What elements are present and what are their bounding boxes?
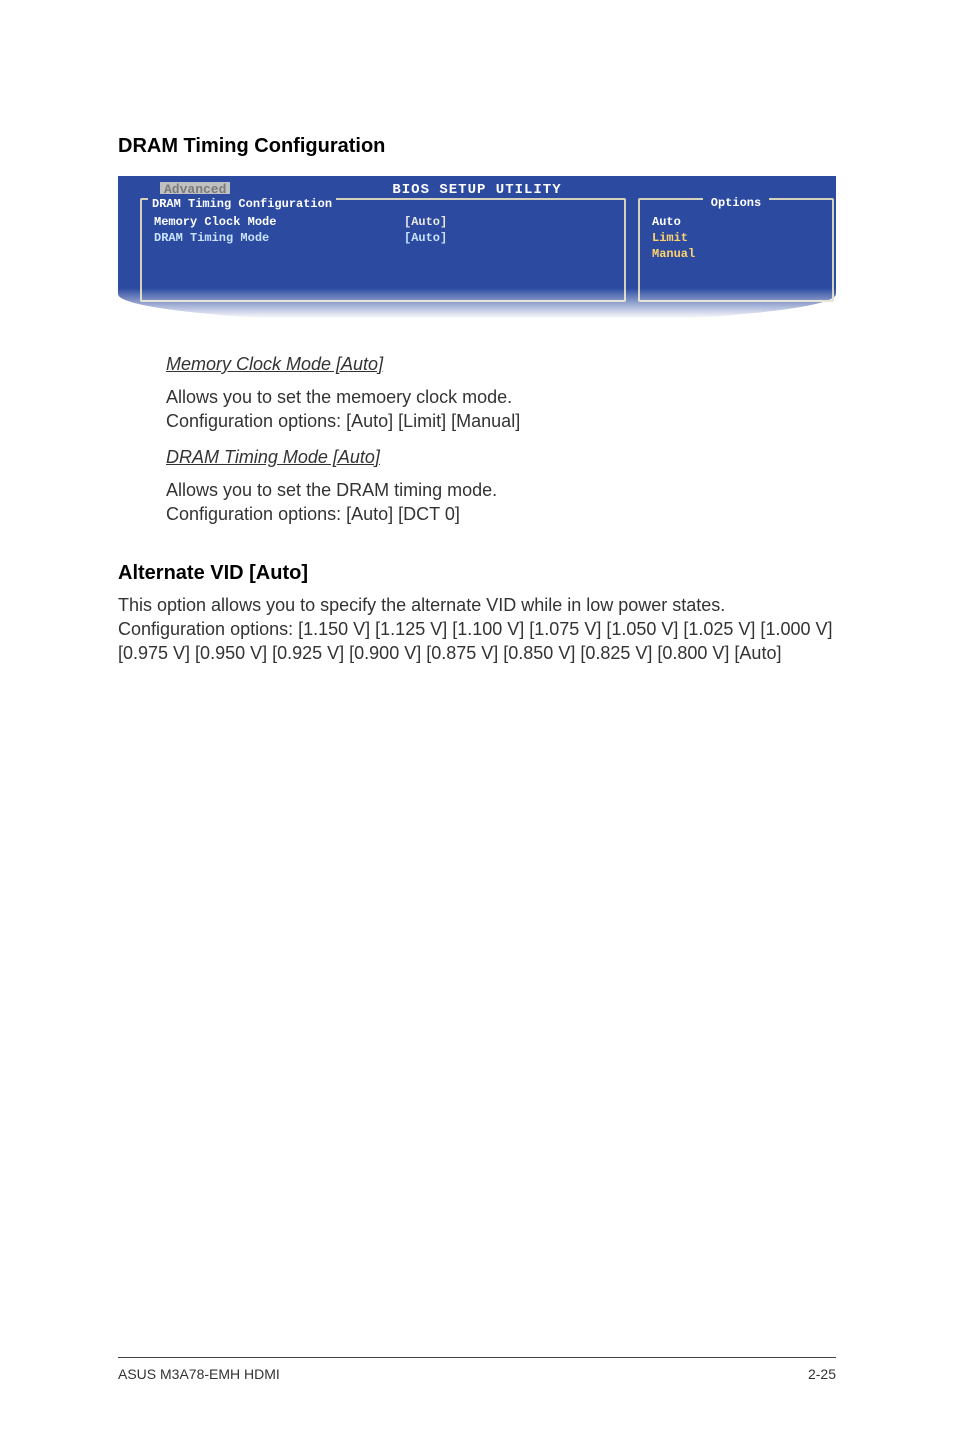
bios-option: Auto (652, 214, 820, 230)
bios-screenshot: BIOS SETUP UTILITY Advanced DRAM Timing … (118, 176, 836, 324)
entry-heading: Memory Clock Mode [Auto] (166, 354, 806, 375)
alt-vid-desc: This option allows you to specify the al… (118, 593, 836, 665)
bios-row: Memory Clock Mode [Auto] (154, 214, 612, 230)
alt-vid-heading: Alternate VID [Auto] (118, 562, 836, 585)
bios-row-value: [Auto] (404, 230, 447, 246)
entry-desc: Allows you to set the DRAM timing mode. … (166, 478, 806, 526)
section-heading: DRAM Timing Configuration (118, 135, 836, 158)
bios-row-label: Memory Clock Mode (154, 214, 404, 230)
footer-left: ASUS M3A78-EMH HDMI (118, 1366, 280, 1382)
bios-row-label: DRAM Timing Mode (154, 230, 404, 246)
bios-left-panel: DRAM Timing Configuration Memory Clock M… (140, 198, 626, 302)
footer-right: 2-25 (808, 1366, 836, 1382)
bios-right-panel: Options Auto Limit Manual (638, 198, 834, 302)
bios-options-title: Options (703, 196, 769, 210)
bios-panel-title: DRAM Timing Configuration (152, 197, 332, 211)
bios-panel-title-wrap: DRAM Timing Configuration (148, 194, 336, 212)
entry-heading: DRAM Timing Mode [Auto] (166, 447, 806, 468)
bios-options-title-wrap: Options (640, 193, 832, 211)
bios-option: Limit (652, 230, 820, 246)
bios-option: Manual (652, 246, 820, 262)
bios-row-value: [Auto] (404, 214, 447, 230)
entry-desc: Allows you to set the memoery clock mode… (166, 385, 806, 433)
bios-row: DRAM Timing Mode [Auto] (154, 230, 612, 246)
page-footer: ASUS M3A78-EMH HDMI 2-25 (118, 1357, 836, 1382)
